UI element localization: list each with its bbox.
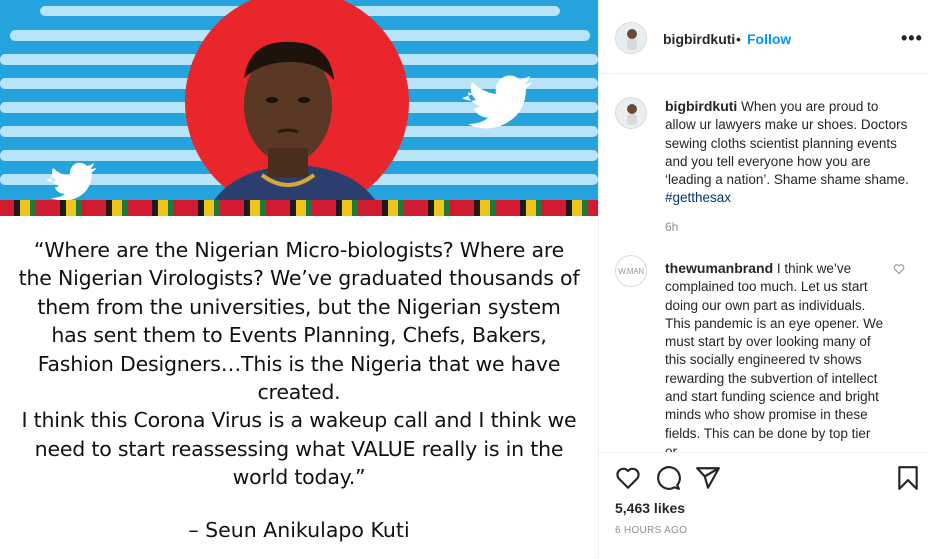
heart-icon[interactable] [615, 465, 641, 491]
twitter-bird-icon-small [46, 162, 96, 201]
post-timestamp[interactable]: 6 hours ago [615, 525, 687, 536]
comment-username[interactable]: thewumanbrand [665, 260, 773, 276]
comment-text: I think we’ve complained too much. Let u… [665, 261, 884, 452]
quote-text: “Where are the Nigerian Micro-biologists… [18, 238, 580, 490]
comment-heart-icon[interactable] [893, 263, 905, 275]
kente-pattern-strip [0, 200, 598, 216]
quote-area: “Where are the Nigerian Micro-biologists… [0, 216, 598, 559]
comments-panel[interactable]: bigbirdkuti When you are proud to allow … [599, 75, 928, 452]
banner-graphic [0, 0, 598, 207]
comment-avatar-text: W.MAN [618, 266, 644, 276]
quote-attribution: – Seun Anikulapo Kuti [188, 518, 410, 542]
stripe-background [0, 0, 598, 207]
post-sidebar: bigbirdkuti • Follow ••• bigbirdkuti Whe… [598, 0, 928, 559]
post-actions: 5,463 likes 6 hours ago [599, 452, 928, 559]
likes-count[interactable]: 5,463 likes [615, 500, 685, 516]
separator-dot: • [736, 31, 741, 47]
comment-icon[interactable] [655, 465, 681, 491]
follow-button[interactable]: Follow [747, 31, 791, 47]
avatar[interactable] [615, 22, 647, 54]
post-image[interactable]: “Where are the Nigerian Micro-biologists… [0, 0, 598, 559]
caption-avatar[interactable] [615, 97, 647, 129]
user-avatar-icon [616, 98, 646, 128]
post-caption: bigbirdkuti When you are proud to allow … [665, 97, 911, 208]
comment-item: thewumanbrand I think we’ve complained t… [665, 259, 885, 452]
caption-username[interactable]: bigbirdkuti [665, 98, 737, 114]
more-options-button[interactable]: ••• [901, 28, 923, 49]
post-header: bigbirdkuti • Follow ••• [599, 0, 928, 74]
bookmark-icon[interactable] [895, 465, 921, 491]
share-icon[interactable] [695, 465, 721, 491]
comment-avatar[interactable]: W.MAN [615, 255, 647, 287]
caption-hashtag[interactable]: #getthesax [665, 190, 731, 205]
caption-time[interactable]: 6h [665, 220, 678, 234]
header-username[interactable]: bigbirdkuti [663, 31, 735, 47]
user-avatar-icon [616, 23, 646, 53]
